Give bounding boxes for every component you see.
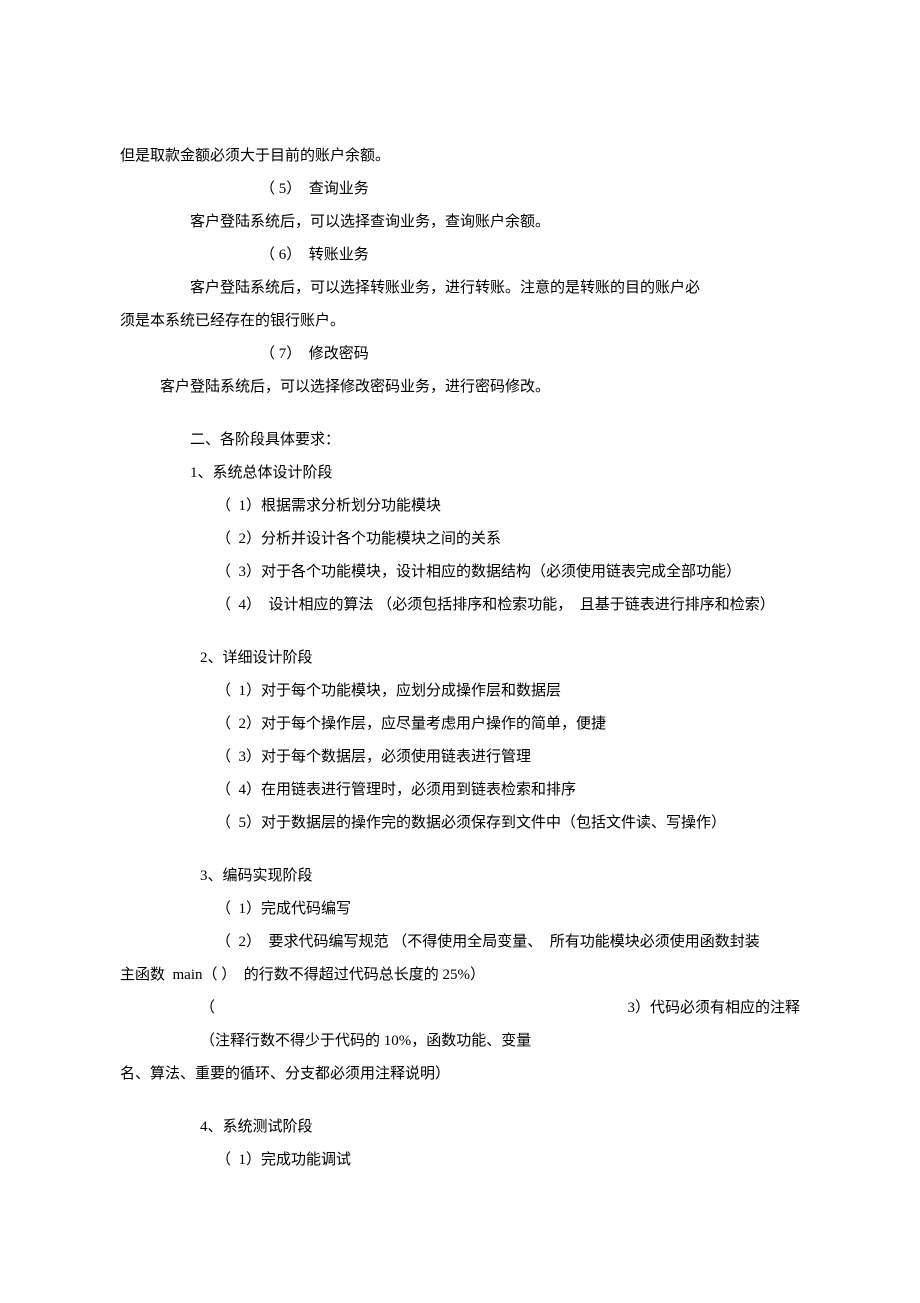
paragraph: 客户登陆系统后，可以选择查询业务，查询账户余额。 — [120, 206, 800, 239]
list-item-note: （注释行数不得少于代码的 10%，函数功能、变量 — [120, 1025, 800, 1058]
left-paren: （ — [120, 992, 215, 1025]
split-line: （ 3）代码必须有相应的注释 — [120, 992, 800, 1025]
paragraph: 须是本系统已经存在的银行账户。 — [120, 305, 800, 338]
spacer — [120, 622, 800, 642]
heading-item-6: （ 6） 转账业务 — [120, 239, 800, 272]
paragraph: 客户登陆系统后，可以选择转账业务，进行转账。注意的是转账的目的账户必 — [120, 272, 800, 305]
paragraph: 但是取款金额必须大于目前的账户余额。 — [120, 140, 800, 173]
list-item-right: 3）代码必须有相应的注释 — [627, 992, 800, 1025]
list-item: （ 1）对于每个功能模块，应划分成操作层和数据层 — [120, 675, 800, 708]
list-item: （ 2）分析并设计各个功能模块之间的关系 — [120, 523, 800, 556]
list-item: （ 4） 设计相应的算法 （必须包括排序和检索功能， 且基于链表进行排序和检索） — [120, 589, 800, 622]
list-item: （ 1）完成功能调试 — [120, 1144, 800, 1177]
list-item: （ 2） 要求代码编写规范 （不得使用全局变量、 所有功能模块必须使用函数封装 — [120, 926, 800, 959]
stage-1-heading: 1、系统总体设计阶段 — [120, 457, 800, 490]
list-item: （ 1）完成代码编写 — [120, 893, 800, 926]
stage-3-heading: 3、编码实现阶段 — [120, 860, 800, 893]
document-page: 但是取款金额必须大于目前的账户余额。 （ 5） 查询业务 客户登陆系统后，可以选… — [0, 0, 920, 1303]
list-item: （ 1）根据需求分析划分功能模块 — [120, 490, 800, 523]
stage-4-heading: 4、系统测试阶段 — [120, 1111, 800, 1144]
spacer — [120, 404, 800, 424]
list-item-cont: 名、算法、重要的循环、分支都必须用注释说明） — [120, 1058, 800, 1091]
heading-item-7: （ 7） 修改密码 — [120, 338, 800, 371]
list-item: （ 2）对于每个操作层，应尽量考虑用户操作的简单，便捷 — [120, 708, 800, 741]
stage-2-heading: 2、详细设计阶段 — [120, 642, 800, 675]
heading-item-5: （ 5） 查询业务 — [120, 173, 800, 206]
list-item: （ 3）对于各个功能模块，设计相应的数据结构（必须使用链表完成全部功能） — [120, 556, 800, 589]
spacer — [120, 840, 800, 860]
list-item: （ 3）对于每个数据层，必须使用链表进行管理 — [120, 741, 800, 774]
list-item: （ 4）在用链表进行管理时，必须用到链表检索和排序 — [120, 774, 800, 807]
paragraph: 客户登陆系统后，可以选择修改密码业务，进行密码修改。 — [120, 371, 800, 404]
section-heading-2: 二、各阶段具体要求： — [120, 424, 800, 457]
list-item: （ 5）对于数据层的操作完的数据必须保存到文件中（包括文件读、写操作） — [120, 807, 800, 840]
list-item-cont: 主函数 main（ ） 的行数不得超过代码总长度的 25%） — [120, 959, 800, 992]
spacer — [120, 1091, 800, 1111]
